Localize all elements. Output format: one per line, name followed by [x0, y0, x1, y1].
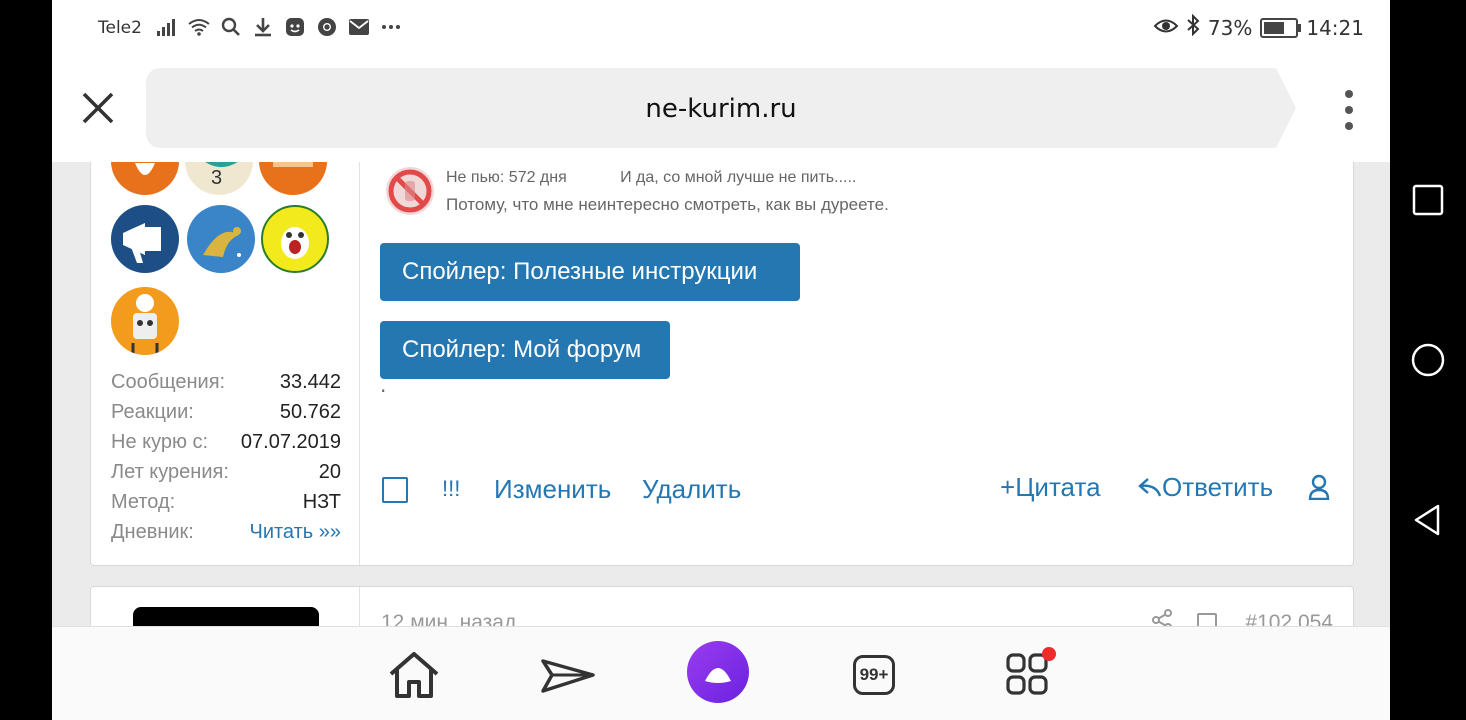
status-right: 73% 14:21 — [1153, 13, 1364, 41]
share-icon[interactable] — [1151, 609, 1173, 626]
search-icon — [220, 16, 242, 38]
spoiler-button-my-forum[interactable]: Спойлер: Мой форум — [380, 321, 670, 379]
address-bar[interactable]: ne-kurim.ru — [146, 68, 1296, 148]
reply-label: Ответить — [1162, 472, 1274, 502]
battery-fill — [1264, 21, 1285, 34]
reply-icon — [1138, 478, 1162, 497]
signature-line-1: Не пью: 572 дня И да, со мной лучше не п… — [446, 169, 856, 187]
stat-value: НЗТ — [302, 491, 341, 513]
divider — [359, 587, 360, 626]
home-icon[interactable] — [384, 645, 444, 705]
download-icon — [252, 16, 274, 38]
user-sidebar: 3 Сообщения: 33.442 Реакции: 50.762 Не к… — [91, 162, 360, 565]
browser-toolbar: ne-kurim.ru — [52, 56, 1390, 162]
stat-row: Сообщения: 33.442 — [111, 367, 341, 397]
post-body: Не пью: 572 дня И да, со мной лучше не п… — [360, 162, 1353, 565]
mail-icon — [348, 16, 370, 38]
battery-icon — [1260, 17, 1302, 38]
stat-row: Лет курения: 20 — [111, 457, 341, 487]
trophy-badge-chef[interactable] — [111, 287, 179, 355]
stat-value: 07.07.2019 — [240, 431, 341, 453]
user-stats: Сообщения: 33.442 Реакции: 50.762 Не кур… — [111, 367, 341, 547]
no-alcohol-icon — [386, 167, 434, 215]
stat-value: 50.762 — [279, 401, 341, 423]
system-navigation — [1390, 0, 1466, 720]
post-time: 12 мин. назад — [381, 611, 517, 626]
signature-banner: Не пью: 572 дня И да, со мной лучше не п… — [382, 167, 948, 223]
clock: 14:21 — [1306, 15, 1364, 40]
phone-screen: Tele2 73% 14:21 ne-kurim.ru 3 Сообщения:… — [52, 0, 1390, 720]
stat-label: Сообщения: — [111, 371, 226, 393]
marks-link[interactable]: !!! — [442, 469, 460, 509]
tabs-count: 99+ — [853, 655, 895, 695]
stat-label: Реакции: — [111, 401, 194, 423]
diary-link[interactable]: Читать »» — [249, 517, 341, 547]
more-notifications-icon — [380, 16, 402, 38]
post-number[interactable]: #102.054 — [1245, 611, 1333, 626]
url-text: ne-kurim.ru — [645, 94, 797, 124]
send-icon[interactable] — [538, 645, 598, 705]
stat-row: Не курю с: 07.07.2019 — [111, 427, 341, 457]
carrier-label: Tele2 — [98, 18, 142, 38]
badge-number-text: 3 — [211, 167, 223, 189]
eye-icon — [1153, 16, 1179, 40]
services-grid-icon[interactable] — [998, 645, 1058, 705]
app-notification-icon — [284, 16, 306, 38]
stat-label: Лет курения: — [111, 461, 229, 483]
wifi-icon — [188, 16, 210, 38]
next-post-card: 12 мин. назад #102.054 — [90, 586, 1354, 626]
plus-icon: + — [1000, 472, 1016, 502]
post-card: 3 Сообщения: 33.442 Реакции: 50.762 Не к… — [90, 162, 1354, 566]
home-nav-icon[interactable] — [1410, 342, 1446, 378]
edit-link[interactable]: Изменить — [494, 469, 611, 509]
status-icons — [156, 16, 402, 38]
trophy-badge-number[interactable]: 3 — [185, 162, 253, 195]
spoiler-button-instructions[interactable]: Спойлер: Полезные инструкции — [380, 243, 800, 301]
stat-value: 20 — [318, 461, 341, 483]
battery-percent: 73% — [1207, 15, 1253, 40]
user-profile-icon[interactable] — [1308, 471, 1330, 511]
post-actions: !!! Изменить Удалить +Цитата Ответить — [380, 469, 1333, 509]
stat-row: Дневник: Читать »» — [111, 517, 341, 547]
select-checkbox[interactable] — [382, 477, 408, 503]
bookmark-icon[interactable] — [1197, 613, 1217, 626]
notification-dot — [1042, 647, 1056, 661]
quote-link[interactable]: +Цитата — [1000, 467, 1101, 507]
alice-icon — [687, 641, 749, 703]
stat-label: Метод: — [111, 491, 176, 513]
trailing-text: . — [380, 373, 387, 397]
alice-assistant-button[interactable] — [687, 641, 749, 703]
signal-icon — [156, 16, 178, 38]
trophy-badge-scream[interactable] — [261, 205, 329, 273]
tabs-button[interactable]: 99+ — [844, 645, 904, 705]
sober-days: Не пью: 572 дня — [446, 169, 567, 186]
browser-bottom-bar: 99+ — [52, 626, 1390, 720]
recents-icon[interactable] — [1410, 182, 1446, 218]
trophy-badge-bird[interactable] — [187, 205, 255, 273]
close-icon[interactable] — [80, 90, 116, 126]
signature-quote: И да, со мной лучше не пить..... — [620, 169, 857, 186]
trophy-badge-fire[interactable] — [111, 162, 179, 195]
trophy-badge-book[interactable] — [259, 162, 327, 195]
reply-link[interactable]: Ответить — [1138, 467, 1273, 507]
stat-value: 33.442 — [279, 371, 341, 393]
stat-row: Метод: НЗТ — [111, 487, 341, 517]
page-content: 3 Сообщения: 33.442 Реакции: 50.762 Не к… — [52, 162, 1390, 626]
stat-label: Дневник: — [111, 521, 194, 543]
browser-menu-icon[interactable] — [1344, 90, 1354, 130]
back-icon[interactable] — [1410, 502, 1446, 538]
chrome-icon — [316, 16, 338, 38]
delete-link[interactable]: Удалить — [642, 469, 741, 509]
status-bar: Tele2 73% 14:21 — [52, 0, 1390, 56]
bluetooth-icon — [1186, 13, 1200, 41]
signature-line-2: Потому, что мне неинтересно смотреть, ка… — [446, 195, 889, 214]
trophy-badge-megaphone[interactable] — [111, 205, 179, 273]
stat-label: Не курю с: — [111, 431, 209, 453]
quote-label: Цитата — [1015, 472, 1101, 502]
avatar[interactable] — [133, 607, 319, 626]
stat-row: Реакции: 50.762 — [111, 397, 341, 427]
